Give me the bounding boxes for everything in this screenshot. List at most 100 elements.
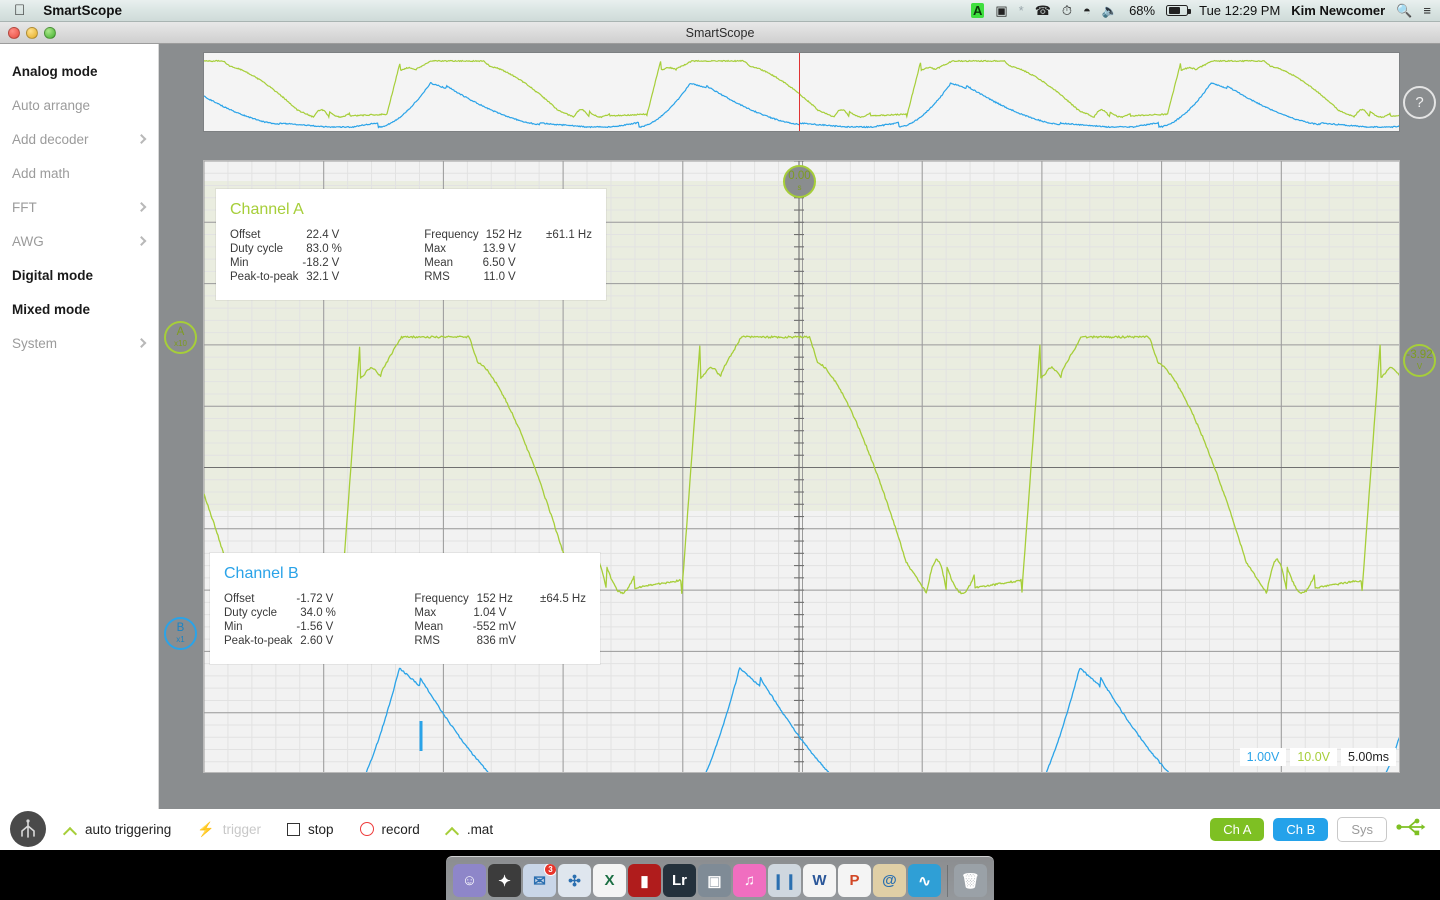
dock-item-safari[interactable]: ✣ bbox=[558, 864, 591, 897]
scale-channel-b[interactable]: 1.00V bbox=[1240, 748, 1287, 766]
channel-a-handle[interactable]: A x10 bbox=[164, 321, 197, 354]
search-icon[interactable]: 🔍 bbox=[1396, 3, 1412, 19]
close-button[interactable] bbox=[8, 27, 20, 39]
trigger-level-handle[interactable]: -3.92 V bbox=[1403, 344, 1436, 377]
phone-icon[interactable]: ☎ bbox=[1035, 3, 1051, 19]
bluetooth-icon[interactable]: * bbox=[1019, 3, 1024, 18]
sidebar-item-mixed-mode[interactable]: Mixed mode bbox=[0, 292, 158, 326]
channel-b-title: Channel B bbox=[224, 565, 586, 583]
record-button[interactable]: record bbox=[360, 822, 420, 837]
zoom-button[interactable] bbox=[44, 27, 56, 39]
channel-b-toggle[interactable]: Ch B bbox=[1273, 818, 1328, 841]
channel-b-measurements[interactable]: Channel B Offset -1.72 V Frequency 152 H… bbox=[210, 553, 600, 664]
clock[interactable]: Tue 12:29 PM bbox=[1199, 3, 1280, 18]
dock-item-excel[interactable]: X bbox=[593, 864, 626, 897]
dock-item-lightroom[interactable]: Lr bbox=[663, 864, 696, 897]
dock-item-system-prefs[interactable]: ▣ bbox=[698, 864, 731, 897]
macos-menu-bar:  SmartScope A ▣ * ☎ ⏱ ◓ 🔈 68% Tue 12:29… bbox=[0, 0, 1440, 22]
window-title: SmartScope bbox=[686, 26, 755, 40]
sidebar-item-auto-arrange[interactable]: Auto arrange bbox=[0, 88, 158, 122]
stop-button[interactable]: stop bbox=[287, 822, 334, 837]
window-controls bbox=[8, 27, 56, 39]
dock-item-xcode[interactable]: ✦ bbox=[488, 864, 521, 897]
meas-label: Max bbox=[414, 606, 472, 620]
menubar-status-area: A ▣ * ☎ ⏱ ◓ 🔈 68% Tue 12:29 PM Kim Newco… bbox=[971, 3, 1440, 19]
sidebar-item-analog-mode[interactable]: Analog mode bbox=[0, 54, 158, 88]
waveform-overview[interactable] bbox=[203, 52, 1400, 132]
scale-channel-a[interactable]: 10.0V bbox=[1290, 748, 1337, 766]
usb-icon[interactable] bbox=[1396, 818, 1426, 841]
scope-area: 1.00V 10.0V 5.00ms ? 0.00 s -3.92 V bbox=[159, 44, 1440, 809]
user-name[interactable]: Kim Newcomer bbox=[1291, 3, 1385, 18]
overview-time-cursor[interactable] bbox=[799, 53, 800, 132]
trigger-level-value: -3.92 bbox=[1406, 350, 1432, 362]
meas-value: -552 bbox=[473, 620, 499, 634]
meas-unit: V bbox=[508, 270, 544, 284]
timemachine-icon[interactable]: ⏱ bbox=[1062, 3, 1072, 19]
meas-value: 83.0 bbox=[302, 242, 331, 256]
sidebar-item-system[interactable]: System bbox=[0, 326, 158, 360]
table-row: Min -1.56 V Mean -552 mV bbox=[224, 620, 586, 634]
dock-item-trash[interactable]: 🗑 bbox=[954, 864, 987, 897]
meas-unit: V bbox=[326, 592, 358, 606]
sidebar-item-digital-mode[interactable]: Digital mode bbox=[0, 258, 158, 292]
chevron-right-icon bbox=[137, 134, 147, 144]
meas-unit: V bbox=[332, 270, 364, 284]
dock-item-powerpoint[interactable]: P bbox=[838, 864, 871, 897]
smartscope-window: SmartScope Analog mode Auto arrange Add … bbox=[0, 22, 1440, 850]
channel-a-probe: x10 bbox=[174, 340, 187, 348]
scale-timebase[interactable]: 5.00ms bbox=[1341, 748, 1396, 766]
volume-icon[interactable]: 🔈 bbox=[1102, 3, 1118, 19]
dock-item-finder[interactable]: ☺ bbox=[453, 864, 486, 897]
meas-value: 6.50 bbox=[483, 256, 508, 270]
channel-a-measurements[interactable]: Channel A Offset 22.4 V Frequency 152 Hz… bbox=[216, 189, 606, 300]
meas-label: Max bbox=[424, 242, 482, 256]
help-button[interactable]: ? bbox=[1403, 86, 1436, 119]
battery-percent: 68% bbox=[1129, 3, 1155, 18]
channel-b-handle[interactable]: B x1 bbox=[164, 617, 197, 650]
time-offset-handle[interactable]: 0.00 s bbox=[783, 165, 816, 198]
sidebar-item-label: Add math bbox=[12, 166, 70, 181]
screenshot-icon[interactable]: ▣ bbox=[995, 3, 1007, 19]
channel-a-handle-label: A bbox=[177, 327, 185, 339]
apple-icon[interactable]:  bbox=[14, 3, 25, 18]
smartscope-logo-icon[interactable] bbox=[10, 811, 46, 847]
meas-unit: V bbox=[332, 256, 364, 270]
menubar-app-name[interactable]: SmartScope bbox=[43, 3, 122, 18]
help-label: ? bbox=[1415, 95, 1423, 110]
dock-item-parallels[interactable]: ❙❙ bbox=[768, 864, 801, 897]
battery-icon[interactable] bbox=[1166, 5, 1188, 16]
dock-item-word[interactable]: W bbox=[803, 864, 836, 897]
meas-tolerance bbox=[544, 270, 592, 284]
export-mat-button[interactable]: .mat bbox=[446, 822, 493, 837]
input-source-icon[interactable]: A bbox=[971, 3, 984, 18]
dock-item-itunes[interactable]: ♫ bbox=[733, 864, 766, 897]
auto-triggering-button[interactable]: auto triggering bbox=[64, 822, 171, 837]
dock-item-address-book[interactable]: @ bbox=[873, 864, 906, 897]
sidebar-item-label: Digital mode bbox=[12, 268, 93, 283]
trigger-button[interactable]: ⚡ trigger bbox=[197, 821, 261, 838]
meas-unit: % bbox=[326, 606, 358, 620]
sidebar-item-awg[interactable]: AWG bbox=[0, 224, 158, 258]
dock-item-smartscope[interactable]: ∿ bbox=[908, 864, 941, 897]
time-offset-unit: s bbox=[798, 184, 802, 192]
meas-value: -18.2 bbox=[302, 256, 331, 270]
channel-a-toggle[interactable]: Ch A bbox=[1210, 818, 1264, 841]
system-toggle[interactable]: Sys bbox=[1337, 817, 1387, 842]
notification-center-icon[interactable]: ≡ bbox=[1423, 3, 1431, 18]
window-titlebar[interactable]: SmartScope bbox=[0, 22, 1440, 44]
meas-label: RMS bbox=[414, 634, 472, 648]
sidebar-item-fft[interactable]: FFT bbox=[0, 190, 158, 224]
dock-item-red-app[interactable]: ▮ bbox=[628, 864, 661, 897]
meas-value: 2.60 bbox=[296, 634, 325, 648]
bottom-toolbar: auto triggering ⚡ trigger stop record .m… bbox=[0, 809, 1440, 849]
minimize-button[interactable] bbox=[26, 27, 38, 39]
sidebar-item-add-decoder[interactable]: Add decoder bbox=[0, 122, 158, 156]
channel-b-probe: x1 bbox=[176, 636, 184, 644]
dock-item-mail[interactable]: ✉3 bbox=[523, 864, 556, 897]
chevron-right-icon bbox=[137, 338, 147, 348]
chevron-right-icon bbox=[137, 236, 147, 246]
sidebar-item-add-math[interactable]: Add math bbox=[0, 156, 158, 190]
wifi-icon[interactable]: ◓ bbox=[1083, 3, 1091, 18]
table-row: Peak-to-peak 32.1 V RMS 11.0 V bbox=[230, 270, 592, 284]
